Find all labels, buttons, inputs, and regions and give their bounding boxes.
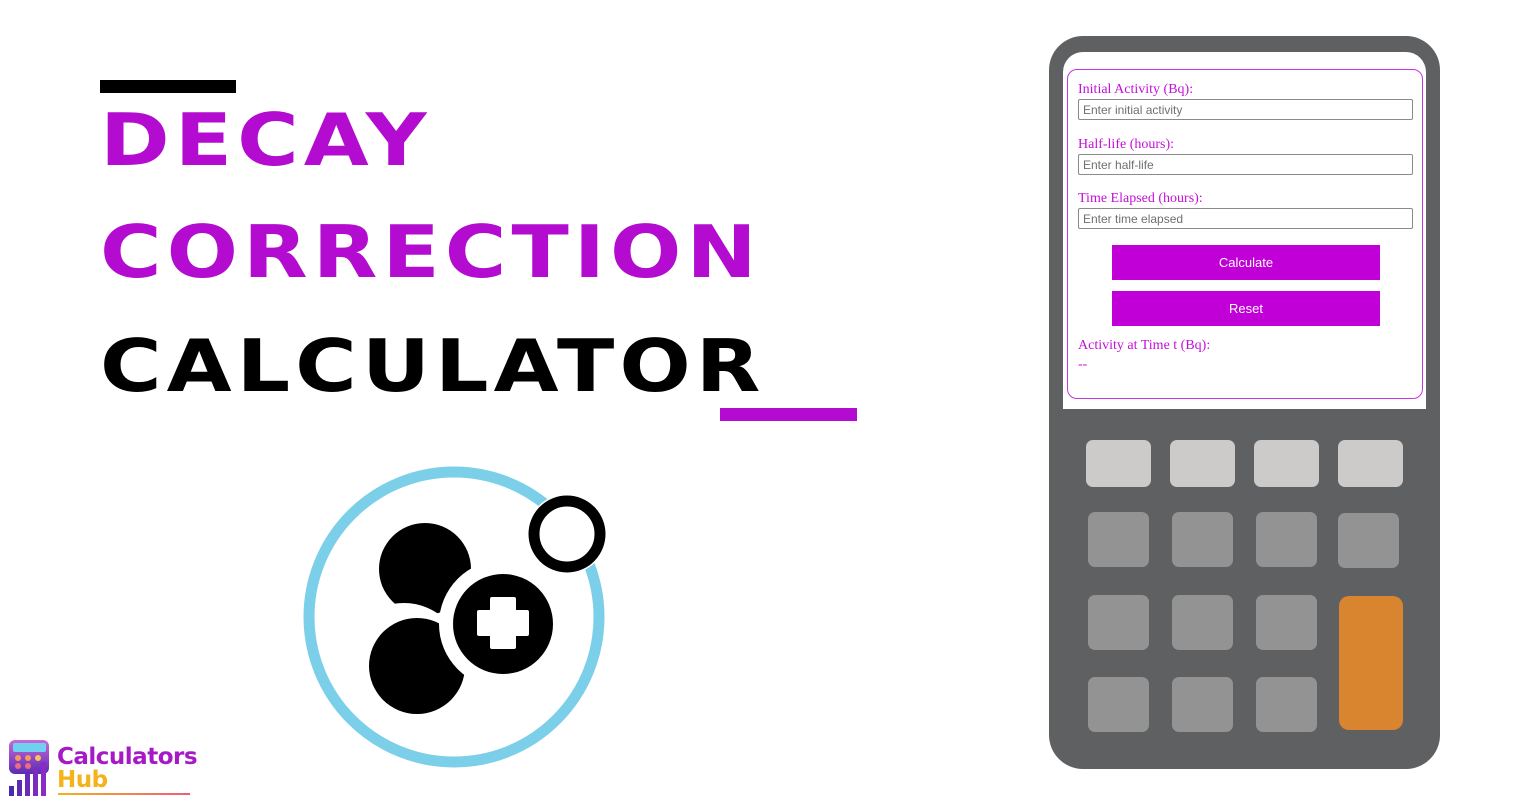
keypad-key — [1338, 440, 1403, 487]
keypad-key — [1256, 512, 1317, 567]
keypad-key — [1172, 512, 1233, 567]
keypad-key — [1086, 440, 1151, 487]
title-line-1: DECAY — [100, 97, 432, 183]
keypad-key — [1172, 677, 1233, 732]
half-life-input[interactable] — [1078, 154, 1413, 175]
keypad-equals-key — [1339, 596, 1403, 730]
half-life-label: Half-life (hours): — [1078, 137, 1175, 152]
keypad-key — [1088, 512, 1149, 567]
initial-activity-label: Initial Activity (Bq): — [1078, 82, 1194, 97]
keypad-key — [1256, 595, 1317, 650]
keypad-key — [1088, 677, 1149, 732]
reset-button[interactable]: Reset — [1112, 291, 1380, 326]
brand-name-line-2: Hub — [57, 767, 108, 793]
nucleus-particle-bottom — [369, 618, 465, 714]
keypad-key — [1088, 595, 1149, 650]
keypad-key — [1338, 513, 1399, 568]
time-elapsed-label: Time Elapsed (hours): — [1078, 191, 1203, 206]
keypad-key — [1172, 595, 1233, 650]
result-label: Activity at Time t (Bq): — [1078, 338, 1211, 353]
title-decorative-bar-bottom — [720, 408, 857, 421]
brand-underline — [58, 793, 190, 795]
calculator-bars-logo-icon — [9, 740, 49, 796]
keypad-key — [1170, 440, 1235, 487]
title-line-3: CALCULATOR — [100, 323, 766, 409]
radioactive-decay-atom-icon — [290, 460, 620, 780]
initial-activity-input[interactable] — [1078, 99, 1413, 120]
title-decorative-bar-top — [100, 80, 236, 93]
plus-sign-v — [490, 597, 516, 649]
keypad-key — [1256, 677, 1317, 732]
time-elapsed-input[interactable] — [1078, 208, 1413, 229]
nucleus-particle-top — [379, 523, 471, 615]
keypad-key — [1254, 440, 1319, 487]
result-value: -- — [1078, 357, 1088, 372]
title-line-2: CORRECTION — [100, 209, 762, 295]
calculate-button[interactable]: Calculate — [1112, 245, 1380, 280]
